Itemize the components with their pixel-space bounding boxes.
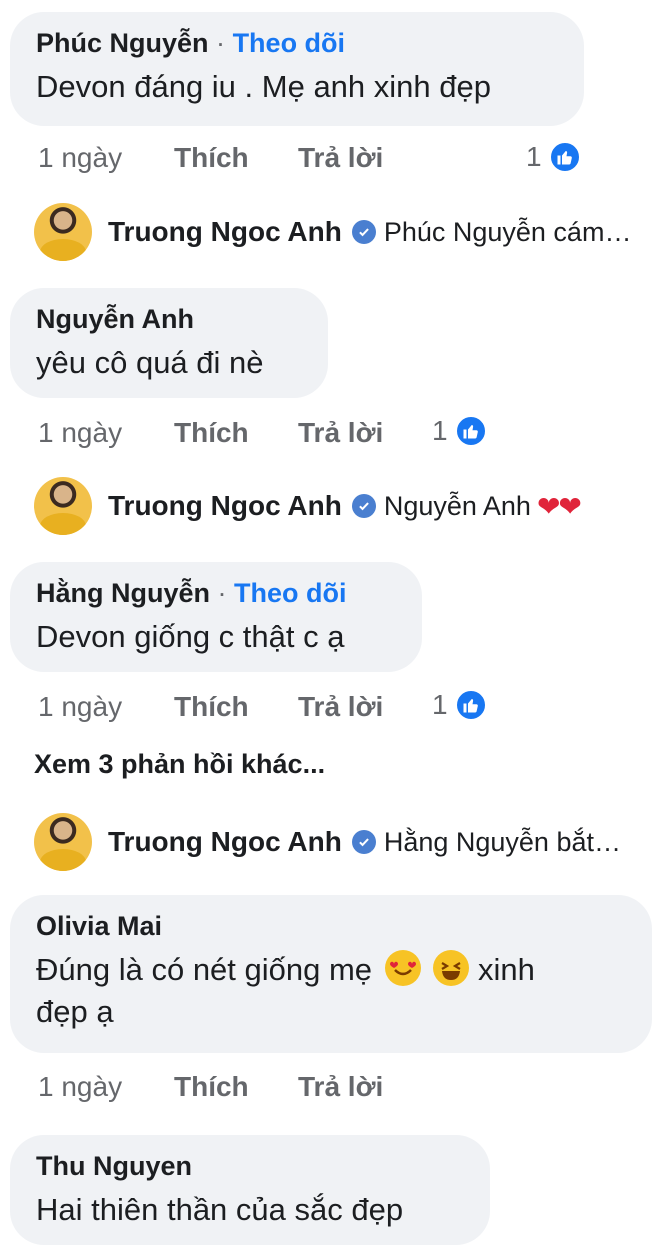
reaction-summary[interactable]: 1	[526, 140, 582, 174]
avatar[interactable]	[34, 203, 92, 261]
verified-badge-icon	[351, 830, 376, 854]
reply-preview[interactable]: Truong Ngoc Anh Hằng Nguyễn bắt…	[34, 812, 654, 872]
follow-link[interactable]: Theo dõi	[234, 578, 346, 608]
comment-text: Devon giống c thật c ạ	[36, 619, 345, 654]
follow-link[interactable]: Theo dõi	[233, 28, 345, 58]
separator-dot: ·	[217, 578, 227, 608]
reply-author[interactable]: Truong Ngoc Anh	[108, 826, 342, 858]
verified-badge-icon	[351, 220, 376, 244]
comment-bubble: Hằng Nguyễn · Theo dõi Devon giống c thậ…	[10, 562, 422, 672]
reaction-count: 1	[432, 689, 448, 720]
reaction-summary[interactable]: 1	[432, 688, 488, 722]
reply-snippet: Hằng Nguyễn bắt…	[383, 826, 621, 857]
like-button[interactable]: Thích	[174, 417, 298, 449]
smiling-hearts-emoji	[384, 950, 421, 986]
comment-bubble: Olivia Mai Đúng là có nét giống mẹ xinh …	[10, 895, 652, 1053]
reply-snippet: Nguyễn Anh	[383, 490, 531, 521]
comment-age[interactable]: 1 ngày	[38, 691, 174, 723]
comment-text-end: xinh	[477, 952, 535, 987]
comment-author[interactable]: Phúc Nguyễn	[36, 28, 209, 58]
reaction-count: 1	[526, 141, 542, 172]
comment-actions: 1 ngày Thích Trả lời	[38, 687, 383, 727]
like-button[interactable]: Thích	[174, 1071, 298, 1103]
comment-age[interactable]: 1 ngày	[38, 142, 174, 174]
reply-button[interactable]: Trả lời	[298, 1071, 383, 1103]
like-reaction-icon	[453, 414, 488, 448]
comment-author[interactable]: Hằng Nguyễn	[36, 578, 210, 608]
comment-author[interactable]: Thu Nguyen	[36, 1149, 464, 1183]
like-reaction-icon	[547, 140, 582, 174]
comment-author[interactable]: Olivia Mai	[36, 909, 626, 943]
view-more-replies[interactable]: Xem 3 phản hồi khác...	[34, 749, 325, 780]
comment-actions: 1 ngày Thích Trả lời	[38, 413, 383, 453]
reaction-summary[interactable]: 1	[432, 414, 488, 448]
comment-text-line2: đẹp ạ	[36, 994, 114, 1029]
comment-text: Đúng là có nét giống mẹ	[36, 952, 373, 987]
avatar[interactable]	[34, 477, 92, 535]
reaction-count: 1	[432, 415, 448, 446]
comment-age[interactable]: 1 ngày	[38, 417, 174, 449]
like-button[interactable]: Thích	[174, 691, 298, 723]
comment-age[interactable]: 1 ngày	[38, 1071, 174, 1103]
like-button[interactable]: Thích	[174, 142, 298, 174]
reply-button[interactable]: Trả lời	[298, 417, 383, 449]
verified-badge-icon	[351, 494, 376, 518]
comment-bubble: Phúc Nguyễn · Theo dõi Devon đáng iu . M…	[10, 12, 584, 126]
comment-bubble: Nguyễn Anh yêu cô quá đi nè	[10, 288, 328, 398]
reply-author[interactable]: Truong Ngoc Anh	[108, 216, 342, 248]
reply-author[interactable]: Truong Ngoc Anh	[108, 490, 342, 522]
laughing-emoji	[433, 950, 470, 986]
comment-actions: 1 ngày Thích Trả lời	[38, 1067, 383, 1107]
heart-emoji: ❤❤	[536, 490, 582, 522]
comment-text: yêu cô quá đi nè	[36, 345, 264, 380]
comment-text: Devon đáng iu . Mẹ anh xinh đẹp	[36, 69, 491, 104]
separator-dot: ·	[216, 28, 226, 58]
comment-text: Hai thiên thần của sắc đẹp	[36, 1192, 404, 1227]
reply-button[interactable]: Trả lời	[298, 142, 383, 174]
reply-snippet: Phúc Nguyễn cám…	[383, 216, 632, 247]
reply-preview[interactable]: Truong Ngoc Anh Nguyễn Anh ❤❤	[34, 476, 654, 536]
comment-author[interactable]: Nguyễn Anh	[36, 302, 302, 336]
comment-actions: 1 ngày Thích Trả lời	[38, 138, 383, 178]
like-reaction-icon	[453, 688, 488, 722]
avatar[interactable]	[34, 813, 92, 871]
reply-preview[interactable]: Truong Ngoc Anh Phúc Nguyễn cám…	[34, 202, 654, 262]
reply-button[interactable]: Trả lời	[298, 691, 383, 723]
comment-bubble: Thu Nguyen Hai thiên thần của sắc đẹp	[10, 1135, 490, 1245]
